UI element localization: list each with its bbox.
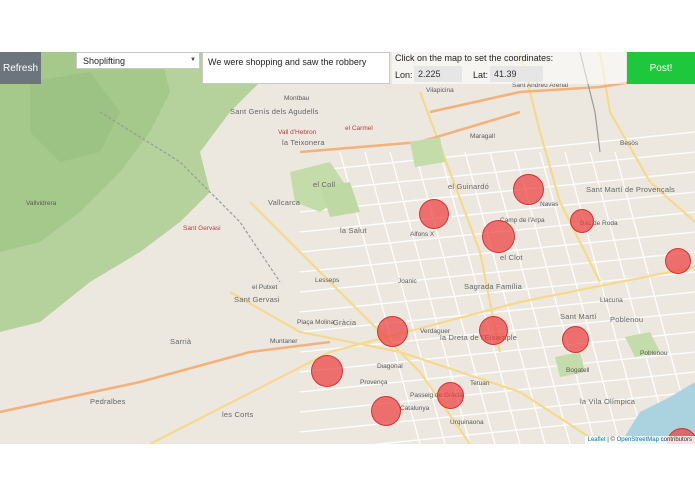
place-label: la Salut [340, 226, 367, 235]
place-label: Poblenou [610, 315, 644, 324]
place-label: Tetuan [470, 380, 490, 387]
leaflet-link[interactable]: Leaflet [588, 437, 606, 443]
place-label: la Teixonera [282, 138, 325, 147]
coordinates-hint: Click on the map to set the coordinates: [395, 53, 554, 63]
place-label: Plaça Molina [297, 319, 335, 326]
incident-marker[interactable] [570, 209, 594, 233]
incident-marker[interactable] [371, 396, 401, 426]
category-select-value: Shoplifting [83, 55, 126, 66]
place-label: Sant Genís dels Agudells [230, 107, 319, 116]
place-label: Verdaguer [420, 328, 450, 335]
place-label: Sant Gervasi [183, 225, 221, 232]
attribution-suffix: contributors [658, 437, 692, 443]
map-attribution: Leaflet | © OpenStreetMap contributors [584, 436, 695, 444]
place-label: Llacuna [600, 297, 623, 304]
place-label: Sant Gervasi [234, 295, 280, 304]
osm-link[interactable]: OpenStreetMap [617, 437, 659, 443]
place-label: Provença [360, 379, 388, 386]
incident-marker[interactable] [482, 220, 515, 253]
place-label: les Corts [222, 410, 254, 419]
lon-value: 2.225 [418, 69, 441, 79]
place-label: Vall d'Hebron [278, 129, 317, 136]
post-button[interactable]: Post! [627, 52, 695, 84]
place-label: Vallcarca [268, 198, 301, 207]
place-label: Montbau [284, 95, 310, 102]
incident-marker[interactable] [437, 382, 464, 409]
incident-marker[interactable] [479, 316, 508, 345]
place-label: Maragall [470, 133, 495, 140]
place-label: Sant Martí de Provençals [586, 185, 676, 194]
place-label: Urquinaona [450, 419, 484, 426]
lat-field[interactable]: 41.39 [490, 66, 543, 82]
lat-label: Lat: [473, 70, 489, 80]
place-label: Bogatell [566, 367, 590, 374]
lon-label: Lon: [395, 70, 413, 80]
refresh-button[interactable]: Refresh [0, 52, 41, 84]
lat-value: 41.39 [494, 69, 517, 79]
coordinates-panel: Click on the map to set the coordinates:… [392, 52, 626, 84]
incident-marker[interactable] [513, 174, 544, 205]
incident-marker[interactable] [562, 326, 589, 353]
lon-field[interactable]: 2.225 [414, 66, 462, 82]
place-label: Vallvidrera [26, 200, 57, 207]
place-label: Sarrià [170, 337, 192, 346]
place-label: el Carmel [345, 125, 373, 132]
place-label: Catalunya [400, 405, 430, 412]
place-label: Sant Martí [560, 312, 597, 321]
place-label: Alfons X [410, 231, 435, 238]
place-label: Joanic [398, 278, 417, 285]
place-label: Poblenou [640, 350, 668, 357]
place-label: Gràcia [333, 318, 357, 327]
incident-marker[interactable] [377, 316, 408, 347]
place-label: Pedralbes [90, 397, 126, 406]
place-label: el Guinardó [448, 182, 489, 191]
place-label: el Coll [313, 180, 336, 189]
place-label: Navas [540, 201, 559, 208]
place-label: Muntaner [270, 338, 298, 345]
chevron-down-icon: ▼ [190, 57, 196, 63]
description-value: We were shopping and saw the robbery [208, 57, 367, 67]
category-select[interactable]: Shoplifting ▼ [76, 52, 200, 69]
incident-marker[interactable] [665, 248, 691, 274]
app-window: Montbau Vilapicina Sant Andreu Arenal Sa… [0, 0, 695, 494]
place-label: Lesseps [315, 277, 340, 284]
map-canvas[interactable]: Montbau Vilapicina Sant Andreu Arenal Sa… [0, 52, 695, 444]
incident-marker[interactable] [311, 355, 343, 387]
place-label: el Clot [500, 253, 523, 262]
place-label: la Vila Olímpica [580, 397, 636, 406]
place-label: Besòs [620, 140, 639, 147]
toolbar: Refresh Shoplifting ▼ We were shopping a… [0, 52, 695, 84]
map-tiles [0, 52, 695, 444]
place-label: Sagrada Família [464, 282, 523, 291]
attribution-sep: | © [605, 437, 617, 443]
place-label: el Putxet [252, 284, 278, 291]
description-field[interactable]: We were shopping and saw the robbery [202, 52, 390, 84]
place-label: Diagonal [377, 363, 403, 370]
place-label: Vilapicina [426, 87, 454, 94]
incident-marker[interactable] [419, 199, 449, 229]
